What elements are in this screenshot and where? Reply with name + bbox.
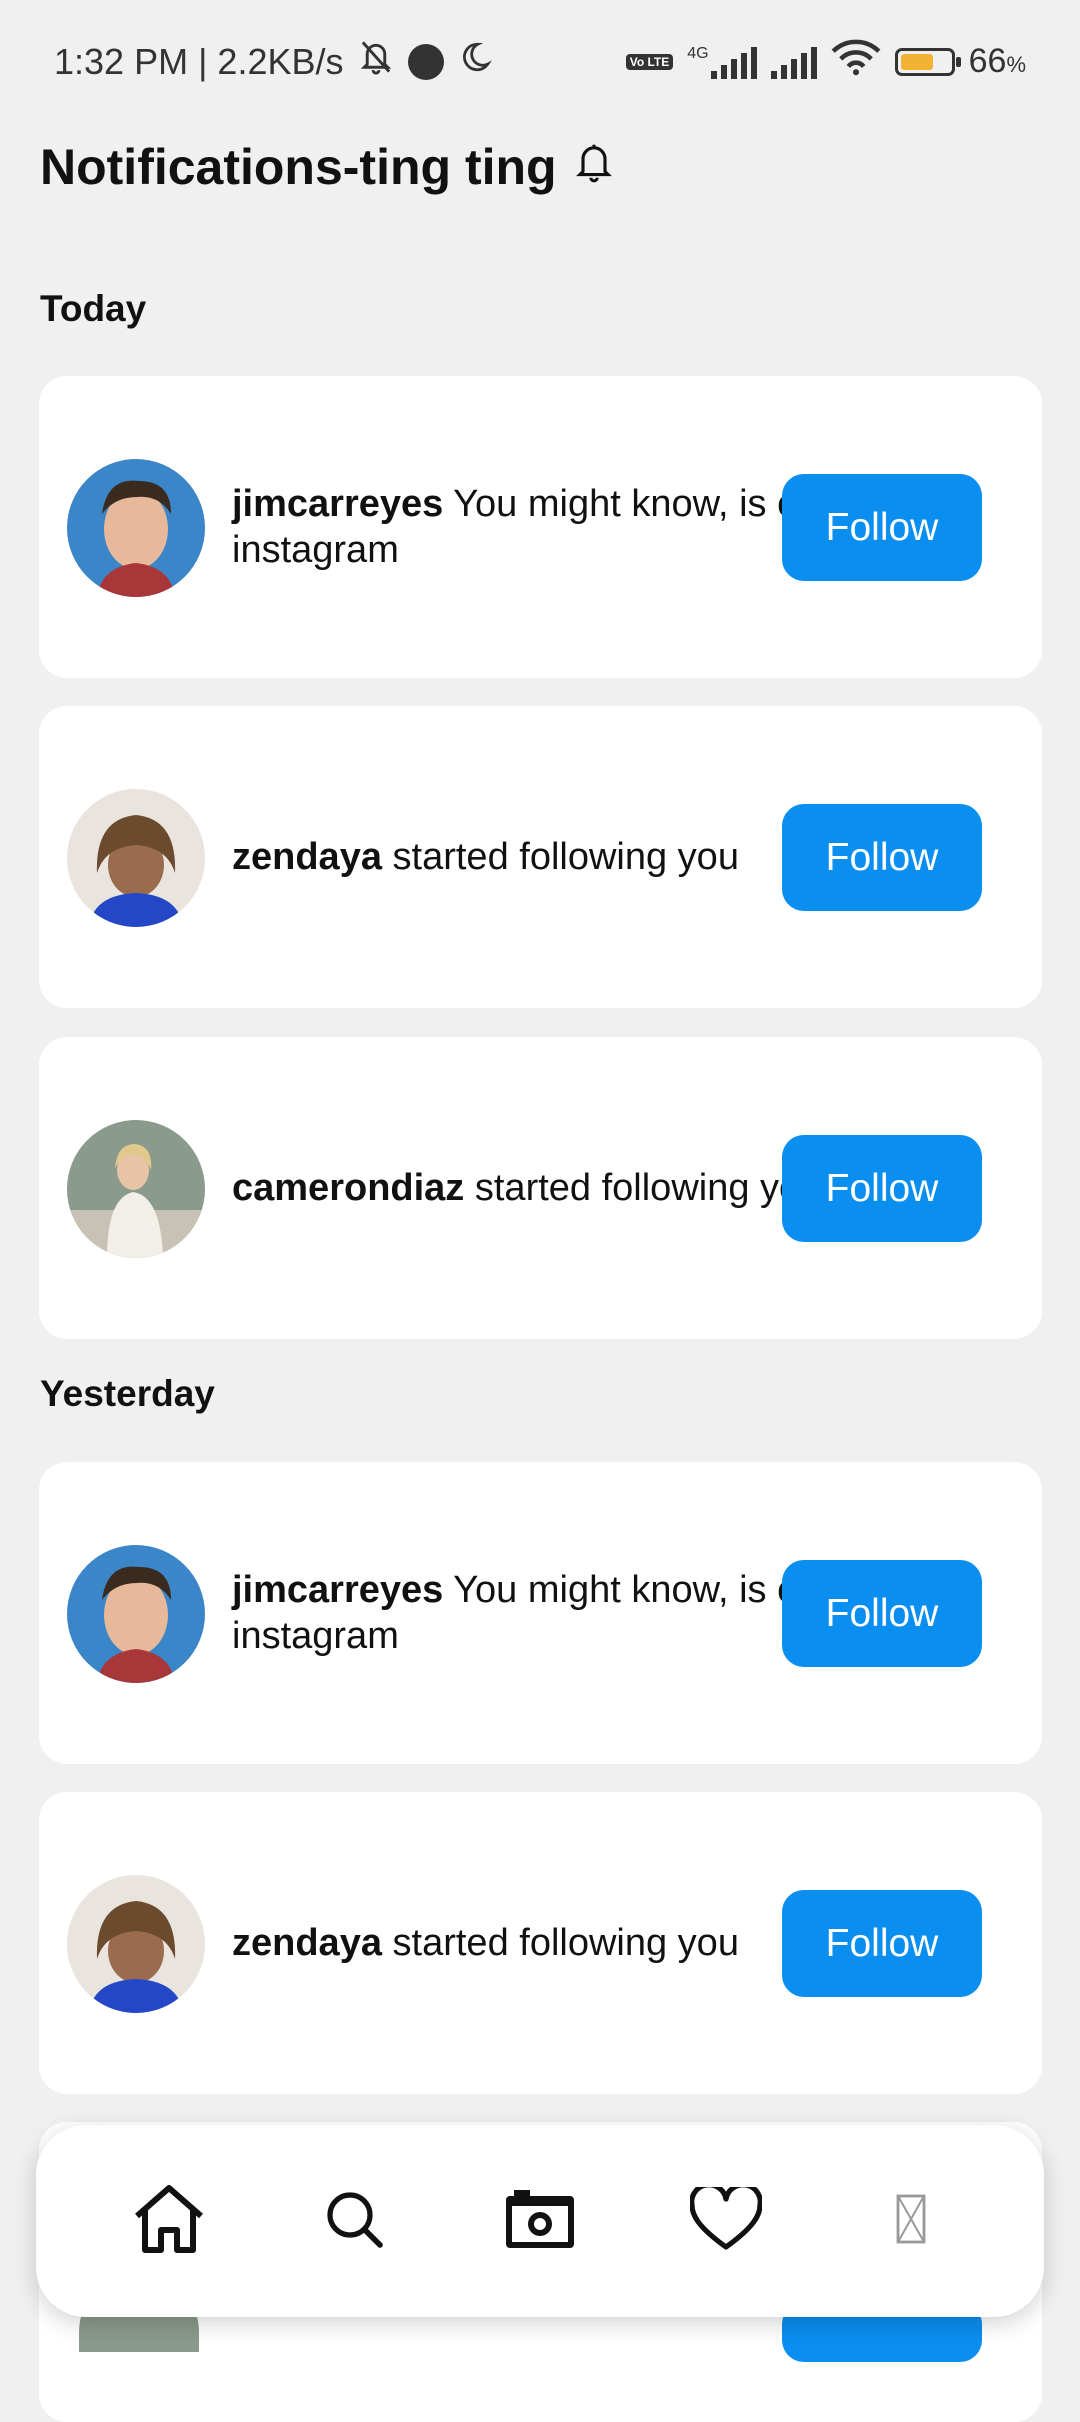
notification-card: zendaya started following you Follow [39, 706, 1042, 1008]
section-header-today: Today [40, 288, 147, 329]
signal-bars-2-icon [770, 45, 817, 79]
status-bar: 1:32 PM | 2.2KB/s Vo LTE 4G 66% [0, 0, 1080, 120]
battery-icon [894, 47, 961, 76]
heart-icon [688, 2181, 763, 2256]
follow-button[interactable]: Follow [782, 1890, 982, 1997]
mute-bell-icon [358, 38, 394, 85]
username[interactable]: zendaya [232, 1922, 382, 1964]
page-title: Notifications-ting ting [40, 138, 613, 196]
follow-button[interactable]: Follow [782, 1560, 982, 1667]
follow-button[interactable]: Follow [782, 804, 982, 911]
status-time: 1:32 PM | 2.2KB/s [54, 40, 344, 82]
network-type-label: 4G [687, 44, 709, 62]
nav-camera[interactable] [485, 2166, 595, 2276]
notification-message: started following you [392, 836, 739, 878]
nav-search[interactable] [299, 2166, 409, 2276]
signal-bars-icon [710, 45, 757, 79]
username[interactable]: jimcarreyes [232, 1569, 443, 1611]
moon-icon [458, 39, 492, 84]
broken-image-icon [896, 2194, 926, 2249]
recording-dot-icon [407, 43, 444, 80]
home-icon [131, 2182, 207, 2261]
avatar[interactable] [67, 1875, 205, 2013]
search-icon [324, 2189, 384, 2254]
avatar[interactable] [67, 1545, 205, 1683]
battery-percent-unit: % [1006, 52, 1026, 77]
bottom-nav [36, 2125, 1044, 2317]
notification-message: started following you [392, 1922, 739, 1964]
cell-signal-4g: 4G [687, 44, 757, 79]
battery-percent-value: 66 [968, 42, 1007, 80]
nav-home[interactable] [114, 2166, 224, 2276]
notification-text: camerondiaz started following you [232, 1037, 822, 1339]
battery-fill [900, 53, 933, 70]
notification-text: zendaya started following you [232, 1792, 822, 2094]
battery-percent: 66% [969, 42, 1026, 81]
follow-button[interactable]: Follow [782, 1135, 982, 1242]
username[interactable]: zendaya [232, 836, 382, 878]
notification-card: zendaya started following you Follow [39, 1792, 1042, 2094]
status-left: 1:32 PM | 2.2KB/s [54, 38, 492, 85]
username[interactable]: camerondiaz [232, 1167, 464, 1209]
follow-button[interactable]: Follow [782, 474, 982, 581]
bell-icon[interactable] [575, 138, 613, 196]
avatar[interactable] [67, 789, 205, 927]
section-header-yesterday: Yesterday [40, 1373, 215, 1414]
status-right: Vo LTE 4G 66% [625, 38, 1026, 85]
notification-card: jimcarreyes You might know, is on instag… [39, 376, 1042, 678]
username[interactable]: jimcarreyes [232, 483, 443, 525]
avatar[interactable] [67, 459, 205, 597]
notification-card: camerondiaz started following you Follow [39, 1037, 1042, 1339]
notification-text: jimcarreyes You might know, is on instag… [232, 376, 822, 678]
notification-text: zendaya started following you [232, 706, 822, 1008]
page-title-text: Notifications-ting ting [40, 139, 557, 195]
camera-icon [504, 2188, 576, 2255]
notification-text: jimcarreyes You might know, is on instag… [232, 1462, 822, 1764]
notification-card: jimcarreyes You might know, is on instag… [39, 1462, 1042, 1764]
nav-profile[interactable] [856, 2166, 966, 2276]
avatar[interactable] [67, 1120, 205, 1258]
notification-message: started following you [474, 1167, 822, 1209]
volte-icon: Vo LTE [625, 53, 674, 70]
wifi-icon [831, 38, 881, 85]
nav-activity[interactable] [671, 2166, 781, 2276]
